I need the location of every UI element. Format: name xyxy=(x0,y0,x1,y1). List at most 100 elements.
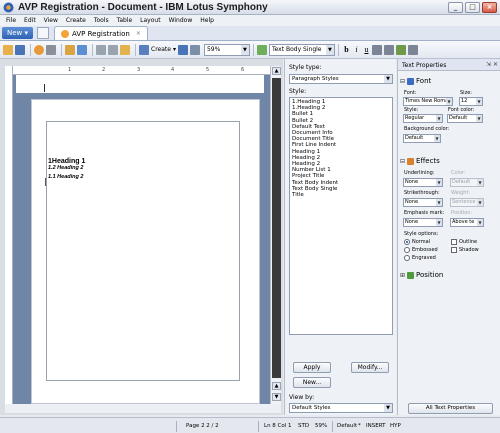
cut-icon[interactable] xyxy=(96,44,106,55)
scroll-up-icon[interactable]: ▲ xyxy=(272,67,281,75)
save-icon[interactable] xyxy=(15,44,25,55)
emphasis-mark-select[interactable]: None ▼ xyxy=(403,218,443,227)
style-type-select[interactable]: Paragraph Styles ▼ xyxy=(289,74,393,84)
embossed-radio[interactable] xyxy=(404,247,410,253)
menu-edit[interactable]: Edit xyxy=(20,17,40,24)
chevron-down-icon: ▼ xyxy=(325,44,334,55)
modified-indicator: * xyxy=(358,423,361,429)
all-text-properties-button[interactable]: All Text Properties xyxy=(408,403,493,414)
emphasis-position-select[interactable]: Above te ▼ xyxy=(450,218,484,227)
paragraph-style-combo[interactable]: Text Body Single ▼ xyxy=(268,43,335,56)
selection-mode[interactable]: STD xyxy=(296,422,311,431)
horizontal-scrollbar[interactable] xyxy=(5,404,281,413)
underlining-label: Underlining: xyxy=(404,170,435,176)
styles-icon[interactable] xyxy=(256,44,267,55)
document-tab-bar: New ▾ AVP Registration × xyxy=(0,26,500,41)
tab-close-icon[interactable]: × xyxy=(136,30,141,37)
paste-icon[interactable] xyxy=(120,44,130,55)
normal-label: Normal xyxy=(412,239,431,245)
effects-icon xyxy=(407,157,415,165)
indent-icon[interactable] xyxy=(407,44,418,55)
symphony-logo-icon xyxy=(3,2,14,12)
style-list[interactable]: 1.Heading 1 1.Heading 2 Bullet 1 Bullet … xyxy=(289,97,393,335)
menu-window[interactable]: Window xyxy=(165,17,197,24)
vertical-ruler[interactable] xyxy=(5,66,13,404)
print-icon[interactable] xyxy=(46,44,56,55)
zoom-combo[interactable]: 59% ▼ xyxy=(203,43,250,56)
normal-radio[interactable] xyxy=(404,239,410,245)
menu-tools[interactable]: Tools xyxy=(90,17,113,24)
close-button[interactable]: × xyxy=(482,1,497,13)
create-dropdown-icon[interactable]: ▾ xyxy=(173,46,176,53)
size-select[interactable]: 12 ▼ xyxy=(459,97,483,106)
new-style-button[interactable]: New... xyxy=(293,377,331,388)
navigator-icon[interactable] xyxy=(177,44,188,55)
menu-layout[interactable]: Layout xyxy=(136,17,164,24)
menu-create[interactable]: Create xyxy=(62,17,90,24)
menu-help[interactable]: Help xyxy=(196,17,218,24)
bullets-icon[interactable] xyxy=(383,44,394,55)
create-icon xyxy=(139,44,149,55)
font-select[interactable]: Times New Roman ▼ xyxy=(403,97,453,106)
heading-1-line[interactable]: 1Heading 1 xyxy=(48,158,85,165)
font-style-select[interactable]: Regular ▼ xyxy=(403,114,443,123)
insert-mode[interactable]: INSERT xyxy=(364,422,387,431)
vertical-scrollbar[interactable]: ▲ ▲ ▼ xyxy=(270,66,281,404)
font-color-select[interactable]: Default ▼ xyxy=(447,114,483,123)
export-icon[interactable] xyxy=(34,44,44,55)
new-button[interactable]: New ▾ xyxy=(2,27,34,39)
shadow-checkbox[interactable] xyxy=(451,247,457,253)
italic-button[interactable]: i xyxy=(352,45,361,54)
hyphenation-mode[interactable]: HYP xyxy=(388,422,403,431)
open-icon[interactable] xyxy=(3,44,13,55)
underline-button[interactable]: u xyxy=(362,45,371,54)
menu-view[interactable]: View xyxy=(40,17,62,24)
strikethrough-select[interactable]: None ▼ xyxy=(403,198,443,207)
maximize-button[interactable]: □ xyxy=(465,1,480,13)
effects-section-header[interactable]: ⊟ Effects xyxy=(400,157,440,165)
position-section-header[interactable]: ⊞ Position xyxy=(400,271,443,279)
tab-avp-registration[interactable]: AVP Registration × xyxy=(54,26,148,40)
panel-controls-icon[interactable]: ⇲ ✕ xyxy=(486,61,498,68)
main-toolbar: Create ▾ 59% ▼ Text Body Single ▼ b i u xyxy=(0,41,500,59)
heading-2-line[interactable]: 1.2 Heading 2 xyxy=(48,165,83,171)
minimize-button[interactable]: _ xyxy=(448,1,463,13)
modify-button[interactable]: Modify... xyxy=(351,362,389,373)
properties-icon[interactable] xyxy=(189,44,200,55)
scroll-thumb[interactable] xyxy=(272,78,281,378)
page-up-icon[interactable]: ▲ xyxy=(272,382,281,390)
underlining-select[interactable]: None ▼ xyxy=(403,178,443,187)
outline-label: Outline xyxy=(459,239,478,245)
styles-sidebar: Style type: Paragraph Styles ▼ Style: 1.… xyxy=(284,59,396,415)
create-button[interactable]: Create xyxy=(151,46,171,53)
view-by-select[interactable]: Default Styles ▼ xyxy=(289,403,393,413)
outline-checkbox[interactable] xyxy=(451,239,457,245)
tab-list-icon[interactable] xyxy=(37,27,50,39)
format-paintbrush-icon[interactable] xyxy=(77,44,87,55)
menu-file[interactable]: File xyxy=(2,17,20,24)
horizontal-ruler[interactable]: 1 2 3 4 5 6 xyxy=(13,66,270,75)
list-item[interactable]: Title xyxy=(292,192,390,198)
background-color-select[interactable]: Default ▼ xyxy=(403,134,441,143)
style-type-label: Style type: xyxy=(289,64,322,71)
numbering-icon[interactable] xyxy=(395,44,406,55)
bold-button[interactable]: b xyxy=(342,45,351,54)
scroll-down-icon[interactable]: ▼ xyxy=(272,393,281,401)
text-boundary xyxy=(44,84,45,92)
chevron-down-icon: ▼ xyxy=(436,219,442,226)
heading-2-line[interactable]: 1.1 Heading 2 xyxy=(48,174,83,180)
underline-color-select: Default ▼ xyxy=(450,178,484,187)
status-zoom[interactable]: 59% xyxy=(313,422,329,431)
spellcheck-icon[interactable] xyxy=(65,44,75,55)
copy-icon[interactable] xyxy=(108,44,118,55)
view-by-value: Default Styles xyxy=(292,405,331,411)
align-icon[interactable] xyxy=(371,44,382,55)
weight-select: Sentence ▼ xyxy=(450,198,484,207)
apply-button[interactable]: Apply xyxy=(293,362,331,373)
font-label: Font: xyxy=(404,90,417,96)
engraved-radio[interactable] xyxy=(404,255,410,261)
text-properties-sidebar: Text Properties ⇲ ✕ ⊟ Font Font: Size: T… xyxy=(397,59,500,415)
view-by-label: View by: xyxy=(289,394,315,401)
menu-table[interactable]: Table xyxy=(113,17,137,24)
font-section-header[interactable]: ⊟ Font xyxy=(400,77,431,85)
